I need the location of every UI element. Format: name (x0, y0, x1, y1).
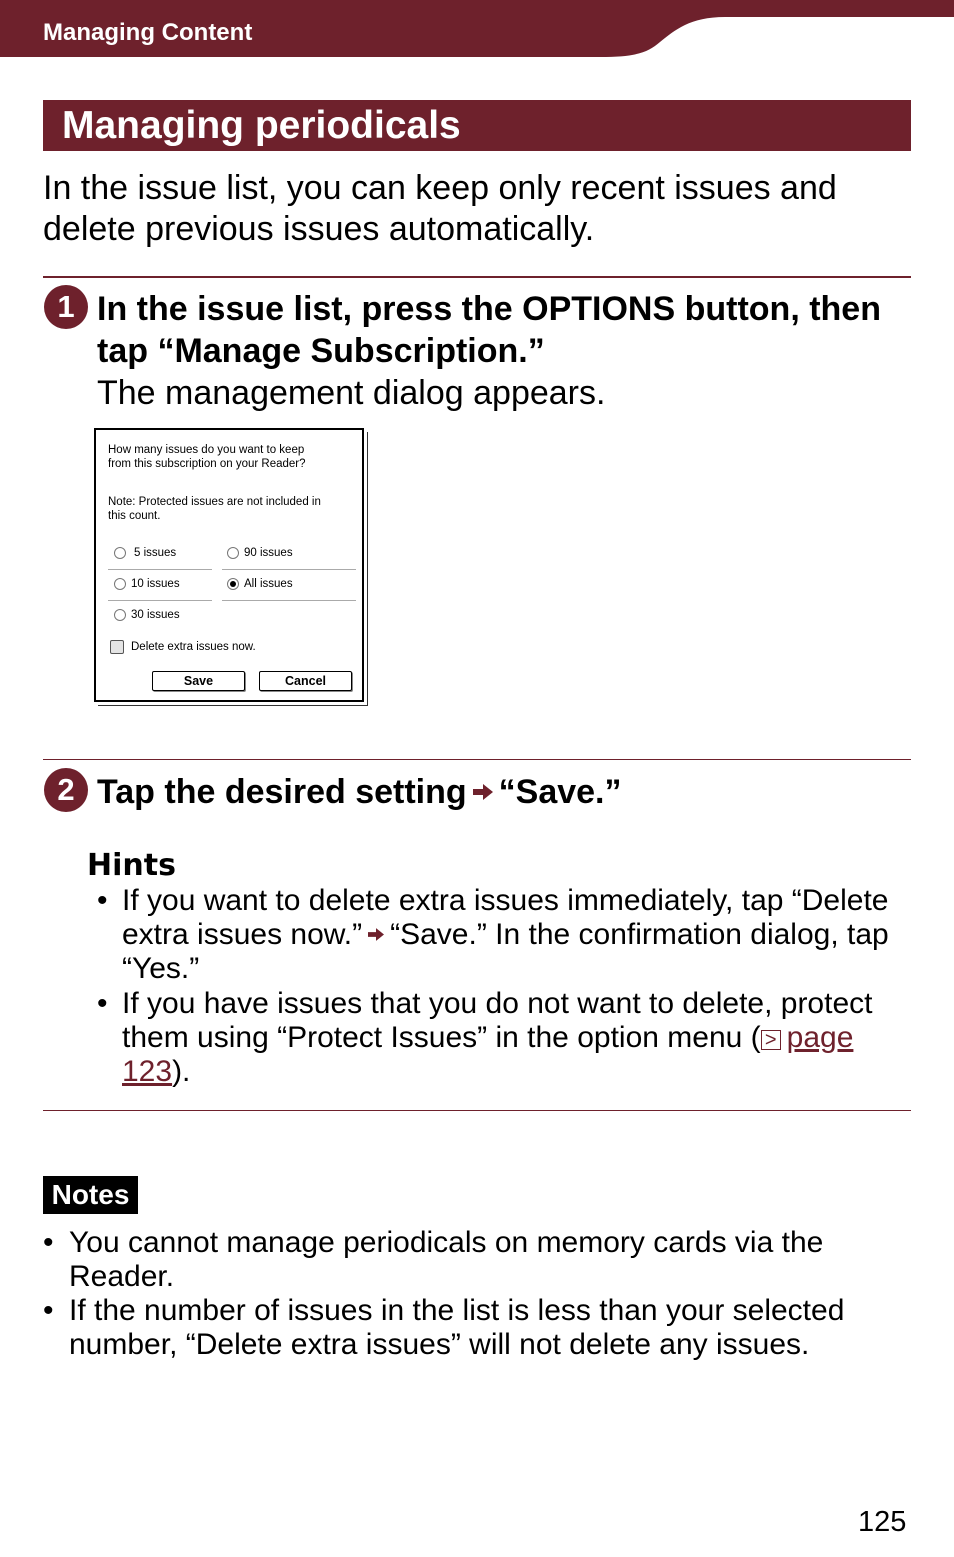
cancel-button[interactable]: Cancel (259, 671, 352, 691)
step-text: “Save.” (498, 773, 622, 811)
step-line: In the issue list, press the OPTIONS but… (97, 290, 881, 328)
option-separator (222, 600, 356, 601)
checkbox-label: Delete extra issues now. (131, 641, 256, 653)
radio-icon (114, 609, 126, 621)
chapter-title: Managing Content (43, 19, 253, 46)
manage-subscription-dialog: How many issues do you want to keep from… (94, 428, 364, 702)
step-number-badge: 2 (44, 768, 88, 812)
radio-icon (227, 547, 239, 559)
right-arrow-icon (472, 784, 493, 801)
step-line: tap “Manage Subscription.” (97, 332, 545, 370)
option-separator (108, 569, 212, 570)
step-number-badge: 1 (44, 285, 88, 329)
option-label: 10 issues (131, 578, 180, 590)
dialog-question-line: How many issues do you want to keep (108, 444, 305, 456)
hint-line: If you want to delete extra issues immed… (122, 884, 889, 917)
step-text: Tap the desired setting (97, 773, 467, 811)
dialog-question-line: from this subscription on your Reader? (108, 458, 306, 470)
bullet-icon: • (97, 884, 108, 917)
option-label: 5 issues (134, 547, 177, 559)
option-90-issues[interactable]: 90 issues (227, 546, 293, 560)
option-30-issues[interactable]: 30 issues (114, 608, 180, 622)
option-10-issues[interactable]: 10 issues (114, 577, 180, 591)
step-divider (43, 759, 911, 760)
radio-icon (114, 547, 126, 559)
bullet-icon: • (43, 1294, 54, 1327)
radio-icon (114, 578, 126, 590)
hint-item: • If you have issues that you do not wan… (97, 987, 902, 1089)
delete-extra-checkbox[interactable]: Delete extra issues now. (110, 640, 256, 654)
hint-line: ). (172, 1055, 191, 1088)
option-5-issues[interactable]: 5 issues (114, 546, 176, 560)
page-number: 125 (858, 1506, 907, 1538)
hint-line: “Yes.” (122, 952, 200, 985)
dialog-question: How many issues do you want to keep from… (108, 443, 356, 471)
hint-line: If you have issues that you do not want … (122, 987, 873, 1020)
note-line: If the number of issues in the list is l… (69, 1294, 845, 1327)
save-button[interactable]: Save (152, 671, 245, 691)
intro-line: In the issue list, you can keep only rec… (43, 169, 837, 207)
hint-text: If you want to delete extra issues immed… (97, 884, 902, 986)
hint-line: “Save.” In the confirmation dialog, tap (390, 918, 889, 951)
note-line: Reader. (69, 1260, 175, 1293)
note-item: • You cannot manage periodicals on memor… (43, 1226, 903, 1294)
note-text: If the number of issues in the list is l… (43, 1294, 903, 1362)
dialog-note-line: Note: Protected issues are not included … (108, 496, 321, 508)
hint-line: extra issues now.” (122, 918, 363, 951)
option-separator (108, 600, 212, 601)
page-link[interactable]: 123 (122, 1055, 172, 1088)
bullet-icon: • (97, 987, 108, 1020)
page-reference-icon: > (760, 1030, 781, 1050)
note-text: You cannot manage periodicals on memory … (43, 1226, 903, 1294)
intro-paragraph: In the issue list, you can keep only rec… (43, 168, 923, 250)
option-separator (222, 569, 356, 570)
option-label: 30 issues (131, 609, 180, 621)
step-1-result: The management dialog appears. (97, 374, 606, 412)
dialog-note-line: this count. (108, 510, 161, 522)
step-divider (43, 276, 911, 278)
hint-line: them using “Protect Issues” in the optio… (122, 1021, 761, 1054)
step-2-instruction: Tap the desired setting “Save.” (97, 771, 622, 813)
section-title: Managing periodicals (62, 104, 461, 147)
hints-heading: Hints (87, 848, 176, 883)
page-link[interactable]: page (787, 1021, 854, 1054)
hint-item: • If you want to delete extra issues imm… (97, 884, 902, 986)
option-label: All issues (244, 578, 293, 590)
note-item: • If the number of issues in the list is… (43, 1294, 903, 1362)
checkbox-icon (110, 640, 124, 654)
hints-divider (43, 1110, 911, 1111)
step-1-instruction: In the issue list, press the OPTIONS but… (97, 288, 927, 372)
note-line: You cannot manage periodicals on memory … (69, 1226, 824, 1259)
hint-text: If you have issues that you do not want … (97, 987, 902, 1089)
notes-label: Notes (43, 1176, 138, 1214)
option-all-issues[interactable]: All issues (227, 577, 293, 591)
dialog-note: Note: Protected issues are not included … (108, 495, 356, 523)
radio-selected-icon (227, 578, 239, 590)
bullet-icon: • (43, 1226, 54, 1259)
right-arrow-icon (368, 927, 385, 941)
note-line: number, “Delete extra issues” will not d… (69, 1328, 810, 1361)
intro-line: delete previous issues automatically. (43, 210, 595, 248)
option-label: 90 issues (244, 547, 293, 559)
